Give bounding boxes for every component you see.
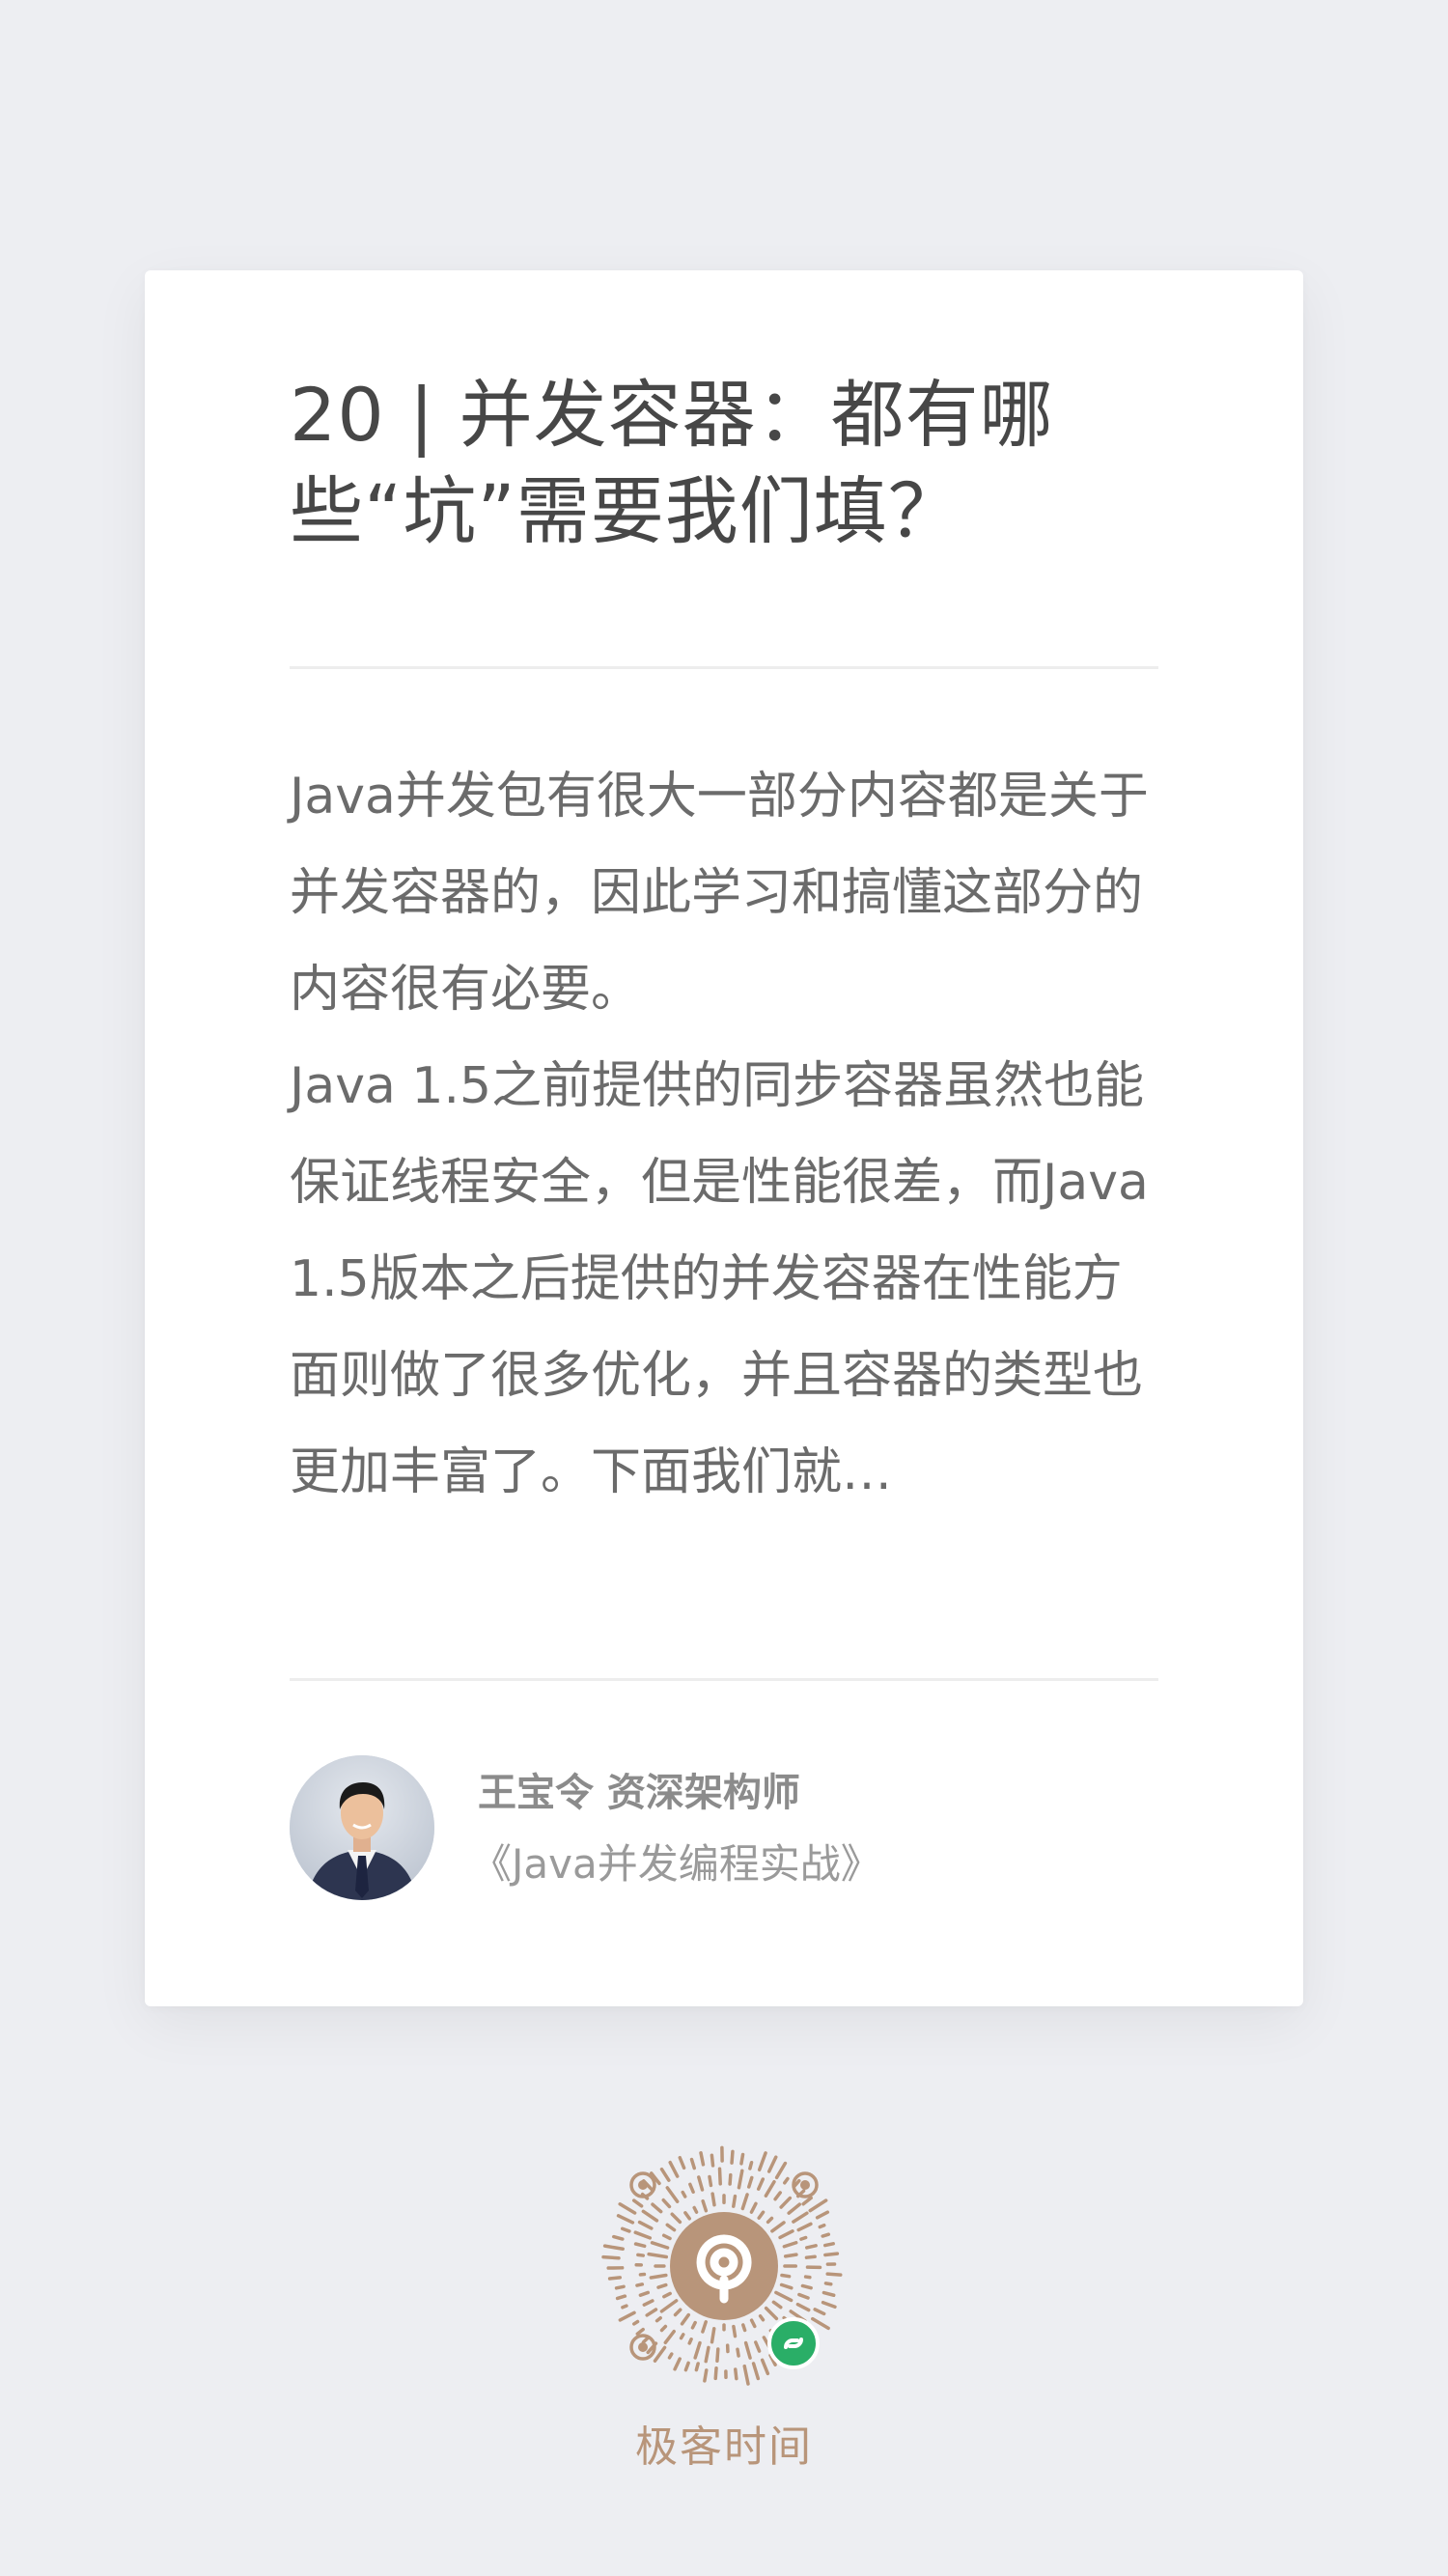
author-block: 王宝令 资深架构师 《Java并发编程实战》 bbox=[290, 1755, 1158, 1900]
article-intro: Java并发包有很大一部分内容都是关于并发容器的，因此学习和搞懂这部分的内容很有… bbox=[290, 768, 1149, 1501]
miniprogram-code-icon[interactable] bbox=[597, 2139, 851, 2394]
title-divider bbox=[290, 666, 1158, 669]
brand-name: 极客时间 bbox=[635, 2422, 813, 2472]
article-title: 20 | 并发容器：都有哪些“坑”需要我们填？ bbox=[290, 372, 1054, 554]
author-avatar bbox=[290, 1755, 434, 1900]
author-divider bbox=[290, 1678, 1158, 1681]
article-card[interactable]: 20 | 并发容器：都有哪些“坑”需要我们填？ Java并发包有很大一部分内容都… bbox=[145, 270, 1303, 2006]
author-name-title: 王宝令 资深架构师 bbox=[478, 1771, 800, 1815]
course-name[interactable]: 《Java并发编程实战》 bbox=[471, 1840, 881, 1889]
